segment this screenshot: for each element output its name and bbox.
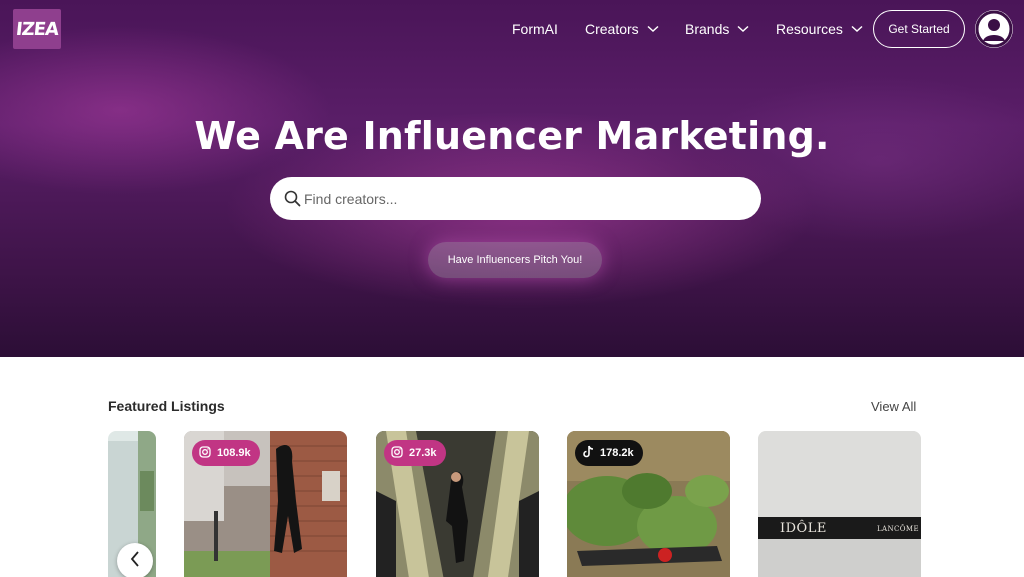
nav-brands[interactable]: Brands: [685, 20, 749, 38]
tiktok-icon: [582, 445, 594, 461]
listing-card[interactable]: 178.2k: [567, 431, 730, 577]
listing-card[interactable]: 27.3k: [376, 431, 539, 577]
chevron-down-icon: [851, 25, 863, 33]
carousel-prev-button[interactable]: [117, 543, 153, 577]
logo-text: IZEA: [14, 18, 60, 40]
nav-resources[interactable]: Resources: [776, 20, 863, 38]
get-started-label: Get Started: [888, 22, 950, 36]
follower-count: 27.3k: [409, 447, 437, 459]
follower-count: 108.9k: [217, 447, 251, 459]
instagram-badge: 27.3k: [384, 440, 446, 466]
pitch-button-label: Have Influencers Pitch You!: [447, 254, 583, 266]
chevron-down-icon: [647, 25, 659, 33]
nav-resources-label: Resources: [776, 21, 843, 37]
search-icon: [284, 190, 301, 212]
user-avatar-icon[interactable]: [975, 10, 1013, 48]
listing-image: [758, 431, 921, 577]
search-bar[interactable]: [270, 177, 761, 220]
search-input[interactable]: [304, 177, 744, 220]
listing-card[interactable]: IDÔLE LANCÔME: [758, 431, 921, 577]
nav-formai-label: FormAI: [512, 21, 558, 37]
have-influencers-pitch-button[interactable]: Have Influencers Pitch You!: [428, 242, 602, 278]
product-brand: LANCÔME: [877, 525, 920, 533]
instagram-icon: [199, 445, 211, 461]
nav-creators-label: Creators: [585, 21, 639, 37]
chevron-down-icon: [737, 25, 749, 33]
chevron-left-icon: [130, 550, 140, 572]
hero-headline: We Are Influencer Marketing.: [194, 114, 830, 158]
view-all-link[interactable]: View All: [871, 399, 916, 414]
nav-formai[interactable]: FormAI: [512, 20, 558, 38]
instagram-icon: [391, 445, 403, 461]
nav-creators[interactable]: Creators: [585, 20, 659, 38]
product-name: IDÔLE: [780, 521, 827, 536]
nav-brands-label: Brands: [685, 21, 730, 37]
featured-listings-title: Featured Listings: [108, 398, 225, 414]
tiktok-badge: 178.2k: [575, 440, 643, 466]
listing-card[interactable]: 108.9k: [184, 431, 347, 577]
get-started-button[interactable]: Get Started: [873, 10, 965, 48]
follower-count: 178.2k: [600, 447, 634, 459]
hero-section: IZEA FormAI Creators Brands Resources Ge…: [0, 0, 1024, 357]
izea-logo[interactable]: IZEA: [13, 9, 61, 49]
instagram-badge: 108.9k: [192, 440, 260, 466]
